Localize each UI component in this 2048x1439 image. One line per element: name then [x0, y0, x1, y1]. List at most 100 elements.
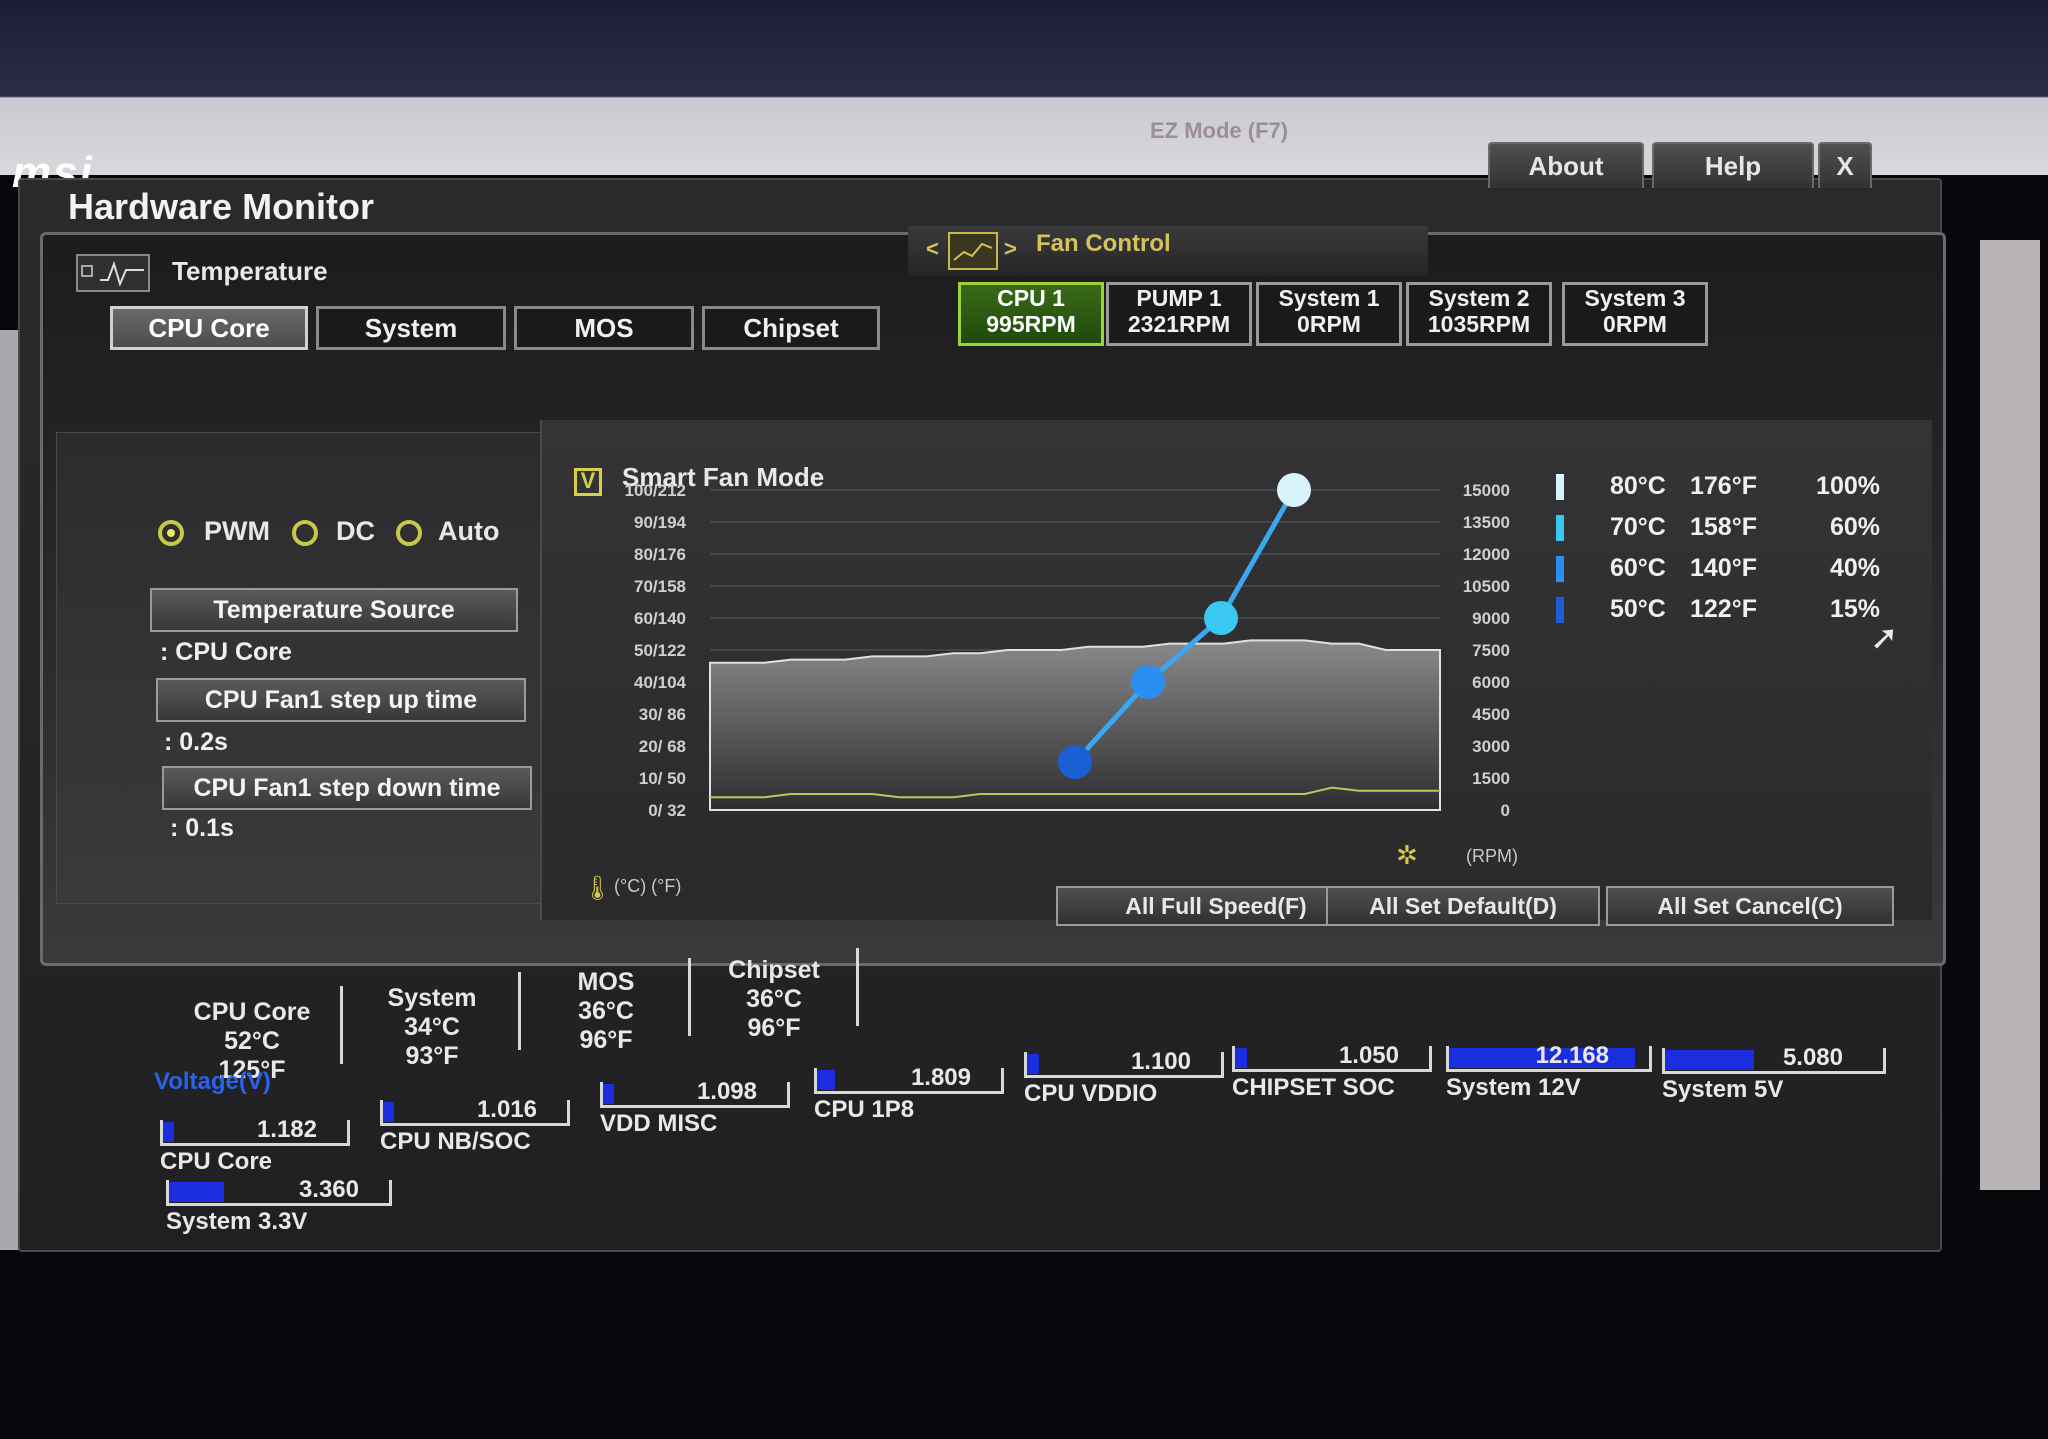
right-tick-label: 13500	[1463, 513, 1510, 532]
all-set-default-button[interactable]: All Set Default(D)	[1326, 886, 1600, 926]
fan-icon: ✲	[1396, 840, 1418, 870]
right-tick-label: 1500	[1472, 769, 1510, 788]
right-tick-label: 4500	[1472, 705, 1510, 724]
summary-celsius: 36°C	[578, 997, 634, 1025]
fan-rpm: 0RPM	[1297, 311, 1361, 337]
all-set-cancel-button[interactable]: All Set Cancel(C)	[1606, 886, 1894, 926]
fan-rpm: 2321RPM	[1127, 311, 1231, 337]
fan-next-arrow-icon[interactable]: >	[1004, 236, 1017, 262]
temperature-unit-label: (°C) (°F)	[614, 876, 682, 896]
tab-cpu-core[interactable]: CPU Core	[110, 306, 308, 350]
ez-mode-button[interactable]: EZ Mode (F7)	[1150, 118, 1288, 144]
fan-rpm: 1035RPM	[1427, 311, 1531, 337]
fan-rpm: 995RPM	[986, 311, 1076, 337]
mouse-cursor-icon: ➚	[1870, 619, 1899, 657]
fan-curve-point[interactable]	[1058, 745, 1092, 779]
auto-label: Auto	[438, 516, 500, 546]
fan-rpm: 0RPM	[1603, 311, 1667, 337]
legend-row: 70°C 158°F 60%	[1556, 507, 1880, 548]
tab-chipset[interactable]: Chipset	[702, 306, 880, 350]
auto-radio[interactable]	[396, 520, 422, 546]
rpm-unit-label: (RPM)	[1466, 846, 1518, 866]
voltage-title: Voltage(V)	[154, 1068, 271, 1095]
dc-label: DC	[336, 516, 375, 546]
fan-tab-system3[interactable]: System 3 0RPM	[1562, 282, 1708, 346]
dc-radio[interactable]	[292, 520, 318, 546]
fan-curve-chart[interactable]: 100/212 90/194 80/176 70/158 60/140 50/122 40/…	[560, 470, 1560, 860]
summary-divider	[518, 972, 521, 1050]
summary-mos: MOS 36°C 96°F	[536, 968, 676, 1055]
left-tick-label: 20/ 68	[639, 737, 686, 756]
right-tick-label: 6000	[1472, 673, 1510, 692]
about-button[interactable]: About	[1488, 142, 1644, 188]
tab-system[interactable]: System	[316, 306, 506, 350]
background-strip-right	[1980, 240, 2040, 1190]
legend-celsius: 60°C	[1610, 554, 1666, 582]
legend-fahrenheit: 140°F	[1690, 554, 1757, 582]
temperature-history-area	[709, 639, 1441, 811]
fan-tab-system2[interactable]: System 2 1035RPM	[1406, 282, 1552, 346]
right-tick-label: 3000	[1472, 737, 1510, 756]
left-tick-label: 0/ 32	[648, 801, 686, 820]
summary-divider	[688, 958, 691, 1036]
left-tick-label: 50/122	[634, 641, 686, 660]
temperature-graph-icon	[76, 254, 150, 292]
left-tick-label: 70/158	[634, 577, 686, 596]
summary-chipset: Chipset 36°C 96°F	[704, 956, 844, 1043]
summary-celsius: 52°C	[224, 1027, 280, 1055]
temperature-source-button[interactable]: Temperature Source	[150, 588, 518, 632]
fan-name: System 1	[1278, 285, 1380, 311]
left-tick-label: 100/212	[625, 481, 686, 500]
legend-row: 80°C 176°F 100%	[1556, 466, 1880, 507]
right-tick-label: 10500	[1463, 577, 1510, 596]
fan-prev-arrow-icon[interactable]: <	[926, 236, 939, 262]
step-down-time-value: : 0.1s	[170, 814, 234, 842]
summary-fahrenheit: 93°F	[405, 1042, 459, 1070]
legend-percent: 15%	[1829, 595, 1880, 623]
summary-name: MOS	[577, 968, 635, 996]
summary-divider	[856, 948, 859, 1026]
legend-color-swatch	[1556, 514, 1564, 541]
summary-celsius: 36°C	[746, 985, 802, 1013]
fan-curve-point[interactable]	[1131, 665, 1165, 699]
legend-row: 60°C 140°F 40%	[1556, 548, 1880, 589]
help-button[interactable]: Help	[1652, 142, 1814, 188]
legend-color-swatch	[1556, 596, 1564, 623]
summary-fahrenheit: 96°F	[579, 1026, 633, 1054]
fan-curve-point[interactable]	[1277, 473, 1311, 507]
left-tick-label: 80/176	[634, 545, 686, 564]
step-down-time-button[interactable]: CPU Fan1 step down time	[162, 766, 532, 810]
right-tick-label: 0	[1501, 801, 1510, 820]
legend-celsius: 50°C	[1610, 595, 1666, 623]
summary-divider	[340, 986, 343, 1064]
fan-name: System 2	[1428, 285, 1530, 311]
fan-control-graph-icon	[948, 232, 998, 270]
tab-mos[interactable]: MOS	[514, 306, 694, 350]
legend-fahrenheit: 122°F	[1690, 595, 1757, 623]
left-tick-label: 30/ 86	[639, 705, 686, 724]
legend-color-swatch	[1556, 555, 1564, 582]
legend-percent: 40%	[1829, 554, 1880, 582]
right-tick-label: 15000	[1463, 481, 1510, 500]
left-tick-label: 10/ 50	[639, 769, 686, 788]
summary-name: Chipset	[728, 956, 820, 984]
fan-curve-point[interactable]	[1204, 601, 1238, 635]
legend-percent: 100%	[1816, 472, 1880, 500]
thermometer-icon: 🌡	[582, 875, 613, 902]
fan-tab-cpu1[interactable]: CPU 1 995RPM	[958, 282, 1104, 346]
legend-color-swatch	[1556, 473, 1564, 500]
pwm-radio[interactable]	[158, 520, 184, 546]
fan-tab-pump1[interactable]: PUMP 1 2321RPM	[1106, 282, 1252, 346]
right-tick-label: 7500	[1472, 641, 1510, 660]
close-button[interactable]: X	[1818, 142, 1872, 188]
fan-control-header: Fan Control	[1036, 230, 1171, 257]
left-tick-label: 40/104	[634, 673, 687, 692]
left-tick-label: 60/140	[634, 609, 686, 628]
fan-name: System 3	[1584, 285, 1686, 311]
legend-row: 50°C 122°F 15%	[1556, 589, 1880, 630]
legend-celsius: 80°C	[1610, 472, 1666, 500]
step-up-time-button[interactable]: CPU Fan1 step up time	[156, 678, 526, 722]
temperature-source-value: : CPU Core	[160, 638, 292, 666]
summary-name: System	[387, 984, 477, 1012]
fan-tab-system1[interactable]: System 1 0RPM	[1256, 282, 1402, 346]
